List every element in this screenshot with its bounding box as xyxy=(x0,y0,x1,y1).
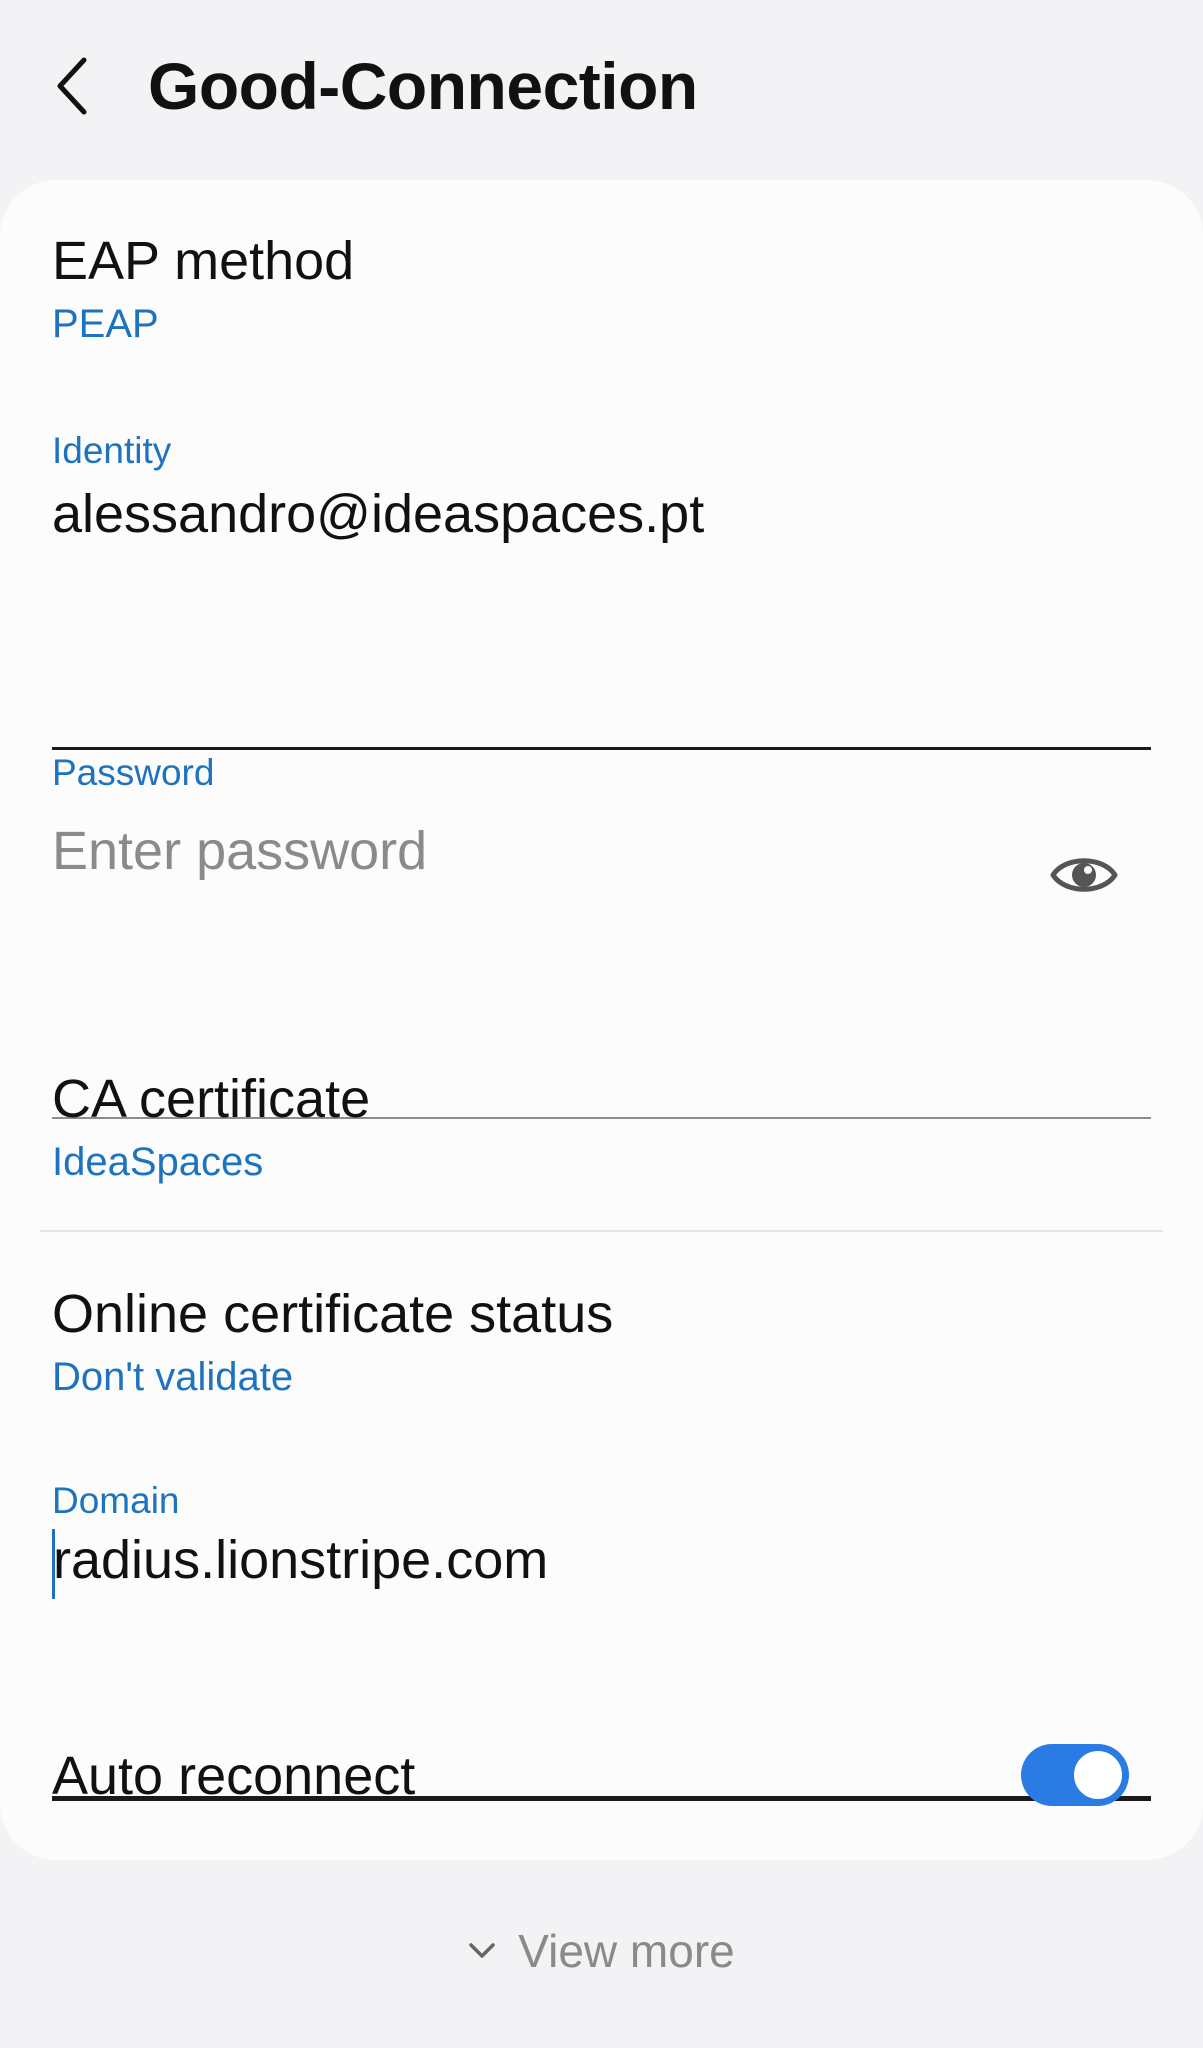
identity-field[interactable]: Identity alessandro@ideaspaces.pt xyxy=(52,430,1151,752)
ca-certificate-label: CA certificate xyxy=(52,1069,371,1129)
online-certificate-status-label: Online certificate status xyxy=(52,1284,614,1344)
domain-label: Domain xyxy=(52,1480,180,1521)
password-label: Password xyxy=(52,752,215,793)
auto-reconnect-toggle[interactable] xyxy=(1021,1744,1129,1806)
password-field[interactable]: Password Enter password xyxy=(52,752,1151,1122)
ca-certificate-row[interactable]: CA certificate IdeaSpaces xyxy=(52,1068,1151,1185)
eye-icon[interactable] xyxy=(1049,848,1119,902)
view-more-button[interactable]: View more xyxy=(0,1924,1203,1978)
auto-reconnect-row: Auto reconnect xyxy=(52,1745,983,1807)
eap-method-row[interactable]: EAP method PEAP xyxy=(52,230,1151,347)
identity-underline xyxy=(52,747,1151,750)
domain-input[interactable]: radius.lionstripe.com xyxy=(53,1530,548,1590)
divider xyxy=(40,1230,1163,1232)
toggle-knob xyxy=(1071,1748,1125,1802)
chevron-down-icon xyxy=(469,1943,496,1958)
view-more-label: View more xyxy=(518,1925,735,1977)
back-button[interactable] xyxy=(40,44,104,128)
identity-label: Identity xyxy=(52,430,172,471)
page-title: Good-Connection xyxy=(148,49,698,123)
eap-method-label: EAP method xyxy=(52,231,355,291)
chevron-left-icon xyxy=(57,57,87,115)
auto-reconnect-label: Auto reconnect xyxy=(52,1746,416,1806)
app-header: Good-Connection xyxy=(0,0,1203,170)
online-certificate-status-value: Don't validate xyxy=(52,1355,294,1400)
password-input[interactable]: Enter password xyxy=(52,820,1151,882)
identity-input[interactable]: alessandro@ideaspaces.pt xyxy=(52,482,1151,547)
ca-certificate-value: IdeaSpaces xyxy=(52,1140,264,1185)
eap-method-value: PEAP xyxy=(52,302,159,347)
online-certificate-status-row[interactable]: Online certificate status Don't validate xyxy=(52,1283,1151,1400)
settings-card: EAP method PEAP Identity alessandro@idea… xyxy=(0,180,1203,1860)
